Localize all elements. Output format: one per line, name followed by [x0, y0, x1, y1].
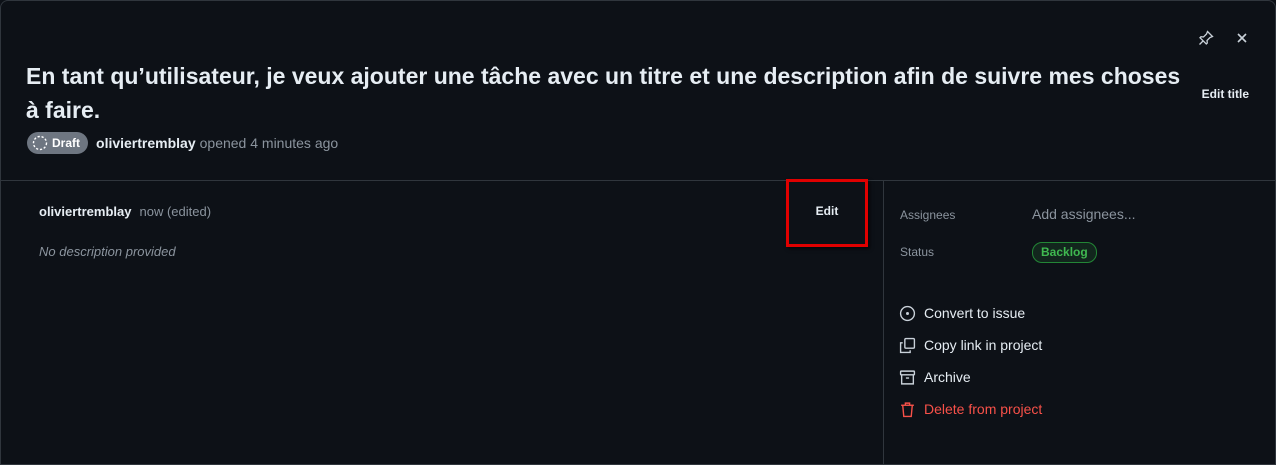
item-actions: Convert to issue Copy link in project Ar… — [899, 297, 1042, 425]
edit-comment-button[interactable]: Edit — [816, 204, 839, 218]
issue-circle-icon — [899, 305, 916, 321]
trash-icon — [901, 401, 914, 417]
pin-icon[interactable] — [1197, 29, 1215, 47]
draft-badge: Draft — [27, 132, 89, 154]
archive-icon — [899, 369, 916, 385]
draft-circle-icon — [32, 135, 48, 151]
add-assignees-button[interactable]: Add assignees... — [1032, 206, 1136, 222]
edit-title-button[interactable]: Edit title — [1202, 87, 1249, 101]
archive-label: Archive — [924, 369, 971, 385]
convert-to-issue-button[interactable]: Convert to issue — [899, 297, 1042, 329]
comment-body: No description provided — [39, 244, 176, 259]
delete-from-project-label: Delete from project — [924, 401, 1043, 417]
copy-link-button[interactable]: Copy link in project — [899, 329, 1042, 361]
comment-time[interactable]: now (edited) — [140, 204, 212, 219]
convert-to-issue-label: Convert to issue — [924, 305, 1026, 321]
opened-text: opened 4 minutes ago — [199, 135, 339, 151]
item-detail-panel: En tant qu’utilisateur, je veux ajouter … — [0, 0, 1276, 465]
item-meta: Draft oliviertremblay opened 4 minutes a… — [27, 132, 338, 154]
author-link[interactable]: oliviertremblay — [96, 135, 196, 151]
draft-badge-label: Draft — [52, 136, 81, 150]
panel-controls — [1197, 29, 1251, 47]
assignees-label: Assignees — [900, 208, 956, 222]
archive-button[interactable]: Archive — [899, 361, 1042, 393]
status-label: Status — [900, 245, 935, 259]
header-divider — [1, 180, 1275, 181]
status-badge[interactable]: Backlog — [1032, 242, 1097, 263]
edit-highlight-box: Edit — [786, 179, 868, 247]
sidebar-divider — [883, 181, 884, 464]
comment-author[interactable]: oliviertremblay — [39, 204, 132, 219]
comment-header: oliviertremblay now (edited) — [39, 204, 211, 219]
delete-from-project-button[interactable]: Delete from project — [899, 393, 1042, 425]
item-title: En tant qu’utilisateur, je veux ajouter … — [26, 63, 1181, 123]
close-icon[interactable] — [1233, 29, 1251, 47]
copy-link-label: Copy link in project — [924, 337, 1043, 353]
copy-icon — [899, 337, 916, 353]
